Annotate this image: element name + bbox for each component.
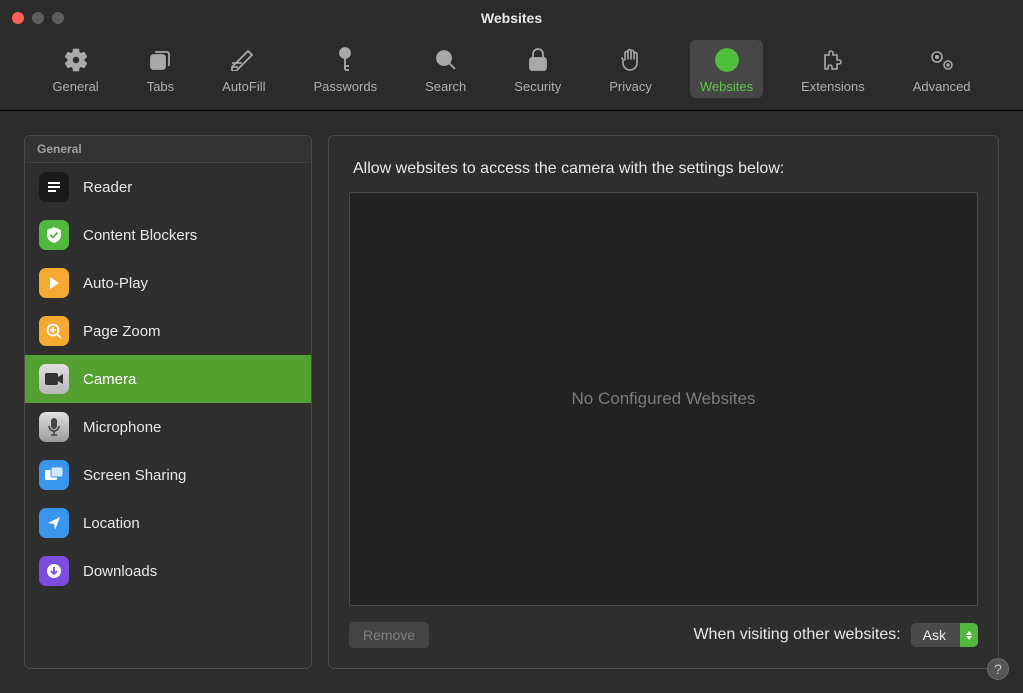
tabs-icon — [148, 46, 172, 74]
sidebar-item-label: Page Zoom — [83, 323, 161, 340]
lock-icon — [528, 46, 548, 74]
puzzle-icon — [820, 46, 846, 74]
sidebar-item-label: Screen Sharing — [83, 467, 186, 484]
minimize-window-button[interactable] — [32, 12, 44, 24]
gear-icon — [63, 46, 89, 74]
toolbar-label: Security — [514, 79, 561, 94]
sidebar-item-downloads[interactable]: Downloads — [25, 547, 311, 595]
toolbar-label: Privacy — [609, 79, 652, 94]
sidebar-item-microphone[interactable]: Microphone — [25, 403, 311, 451]
sidebar-item-label: Location — [83, 515, 140, 532]
toolbar-label: Search — [425, 79, 466, 94]
pencil-icon — [230, 46, 258, 74]
toolbar-label: Advanced — [913, 79, 971, 94]
globe-icon — [714, 46, 740, 74]
toolbar-label: Extensions — [801, 79, 865, 94]
sidebar-item-label: Content Blockers — [83, 227, 197, 244]
sidebar: General Reader Content Blockers Auto-Pla… — [24, 135, 312, 669]
sidebar-item-reader[interactable]: Reader — [25, 163, 311, 211]
sidebar-item-label: Downloads — [83, 563, 157, 580]
toolbar-item-security[interactable]: Security — [504, 40, 571, 98]
empty-state-text: No Configured Websites — [572, 389, 756, 409]
default-policy-select[interactable]: Ask — [911, 623, 978, 647]
titlebar: Websites — [0, 0, 1023, 36]
play-icon — [39, 268, 69, 298]
window-title: Websites — [481, 10, 542, 26]
toolbar-item-passwords[interactable]: Passwords — [304, 40, 388, 98]
default-policy-label: When visiting other websites: — [693, 626, 900, 644]
zoom-window-button[interactable] — [52, 12, 64, 24]
location-arrow-icon — [39, 508, 69, 538]
sidebar-item-label: Microphone — [83, 419, 161, 436]
preferences-toolbar: General Tabs AutoFill Passwords Search S… — [0, 36, 1023, 111]
close-window-button[interactable] — [12, 12, 24, 24]
zoom-icon — [39, 316, 69, 346]
sidebar-item-label: Camera — [83, 371, 136, 388]
search-icon — [434, 46, 458, 74]
screens-icon — [39, 460, 69, 490]
toolbar-label: Passwords — [314, 79, 378, 94]
sidebar-item-location[interactable]: Location — [25, 499, 311, 547]
toolbar-item-search[interactable]: Search — [415, 40, 476, 98]
microphone-icon — [39, 412, 69, 442]
toolbar-label: Tabs — [147, 79, 174, 94]
sidebar-item-page-zoom[interactable]: Page Zoom — [25, 307, 311, 355]
reader-icon — [39, 172, 69, 202]
sidebar-item-content-blockers[interactable]: Content Blockers — [25, 211, 311, 259]
select-value: Ask — [911, 624, 960, 646]
download-icon — [39, 556, 69, 586]
sidebar-list: Reader Content Blockers Auto-Play Page Z… — [25, 163, 311, 668]
panel-title: Allow websites to access the camera with… — [349, 160, 978, 178]
camera-icon — [39, 364, 69, 394]
panel-footer: Remove When visiting other websites: Ask — [349, 622, 978, 648]
remove-button[interactable]: Remove — [349, 622, 429, 648]
sidebar-item-camera[interactable]: Camera — [25, 355, 311, 403]
chevron-up-down-icon — [960, 623, 978, 647]
toolbar-item-general[interactable]: General — [42, 40, 108, 98]
toolbar-item-extensions[interactable]: Extensions — [791, 40, 875, 98]
toolbar-label: Websites — [700, 79, 753, 94]
toolbar-item-websites[interactable]: Websites — [690, 40, 763, 98]
toolbar-label: AutoFill — [222, 79, 265, 94]
sidebar-item-label: Reader — [83, 179, 132, 196]
content-area: General Reader Content Blockers Auto-Pla… — [0, 111, 1023, 693]
hand-icon — [620, 46, 642, 74]
configured-websites-list[interactable]: No Configured Websites — [349, 192, 978, 606]
detail-panel: Allow websites to access the camera with… — [328, 135, 999, 669]
toolbar-item-advanced[interactable]: Advanced — [903, 40, 981, 98]
shield-check-icon — [39, 220, 69, 250]
default-policy-row: When visiting other websites: Ask — [693, 623, 978, 647]
sidebar-item-screen-sharing[interactable]: Screen Sharing — [25, 451, 311, 499]
toolbar-item-privacy[interactable]: Privacy — [599, 40, 662, 98]
key-icon — [336, 46, 354, 74]
toolbar-label: General — [52, 79, 98, 94]
toolbar-item-autofill[interactable]: AutoFill — [212, 40, 275, 98]
toolbar-item-tabs[interactable]: Tabs — [137, 40, 184, 98]
traffic-lights — [12, 12, 64, 24]
gears-icon — [927, 46, 957, 74]
help-button[interactable]: ? — [987, 658, 1009, 680]
sidebar-item-label: Auto-Play — [83, 275, 148, 292]
sidebar-item-auto-play[interactable]: Auto-Play — [25, 259, 311, 307]
sidebar-section-header: General — [25, 136, 311, 163]
